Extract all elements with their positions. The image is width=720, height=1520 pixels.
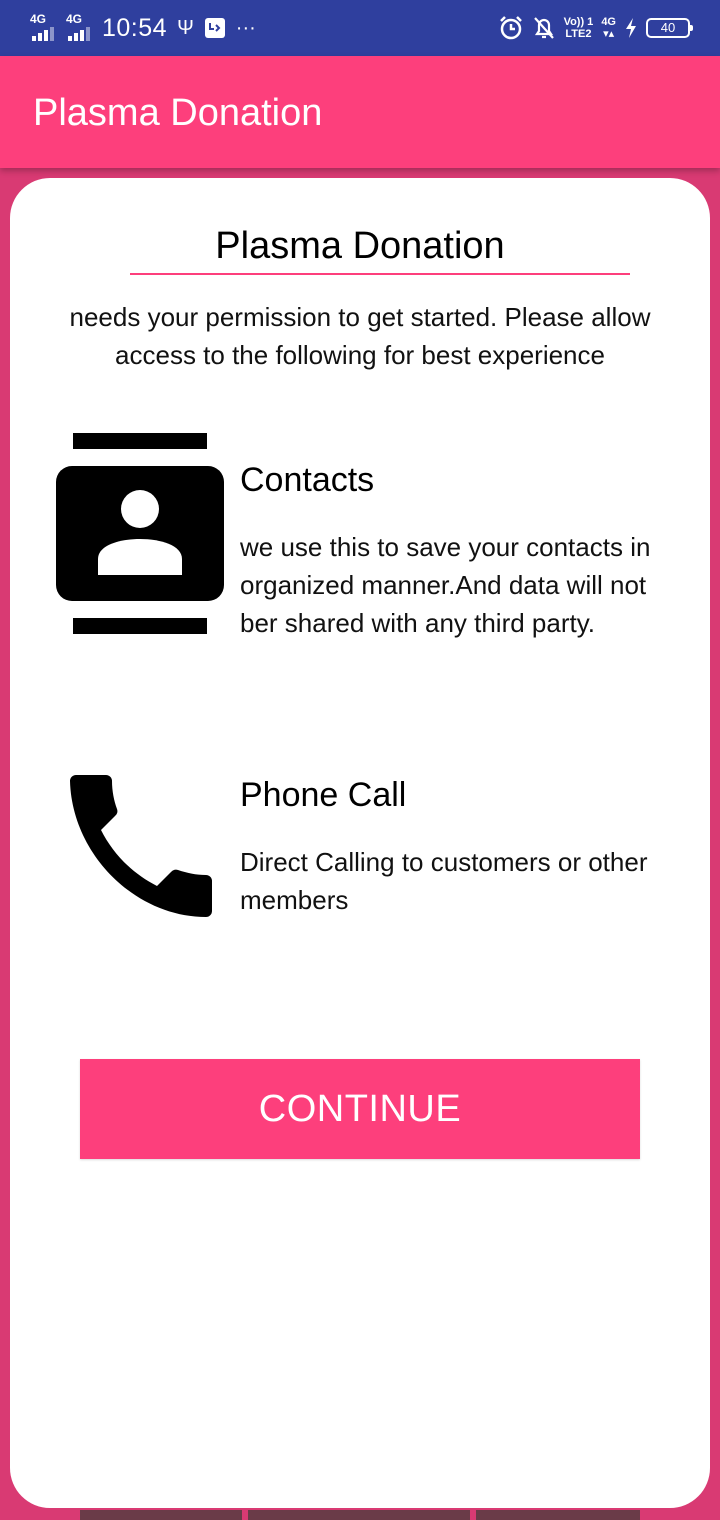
- alarm-icon: [499, 16, 522, 40]
- title-underline: [130, 273, 630, 275]
- battery-level: 40: [660, 20, 676, 35]
- network-type-label: 4G: [30, 12, 47, 26]
- volte-label: Vo)) 1: [563, 16, 594, 28]
- background-segment: [476, 1510, 640, 1520]
- background-segment: [248, 1510, 470, 1520]
- network-type-label: 4G: [66, 12, 83, 26]
- background-segment: [80, 1510, 242, 1520]
- data-arrows-icon: ▾▴: [603, 28, 615, 40]
- permission-intro-text: needs your permission to get started. Pl…: [69, 302, 651, 370]
- app-title: Plasma Donation: [33, 92, 323, 134]
- status-left-group: 4G 4G 10:54 Ψ ···: [30, 0, 256, 56]
- usb-settings-icon: [204, 18, 225, 38]
- phone-icon: [70, 775, 212, 917]
- card-title: Plasma Donation: [215, 225, 505, 267]
- contacts-icon: [56, 433, 224, 634]
- status-time: 10:54: [102, 14, 168, 42]
- permission-description-phone: Direct Calling to customers or other mem…: [240, 847, 648, 915]
- continue-button[interactable]: CONTINUE: [80, 1059, 640, 1159]
- usb-icon: Ψ: [177, 17, 194, 39]
- signal-icon: 4G: [30, 13, 56, 43]
- data-network-indicator: 4G ▾▴: [601, 16, 616, 40]
- permission-description-contacts: we use this to save your contacts in org…: [240, 532, 651, 638]
- status-right-group: Vo)) 1 LTE2 4G ▾▴ 40: [498, 0, 693, 56]
- charging-icon: [626, 18, 636, 38]
- signal-icon: 4G: [66, 13, 92, 43]
- lte-label: LTE2: [565, 28, 592, 40]
- app-bar: Plasma Donation: [0, 56, 720, 168]
- permission-title-contacts: Contacts: [240, 461, 375, 499]
- battery-icon: 40: [646, 18, 693, 38]
- volte-indicator: Vo)) 1 LTE2: [564, 16, 594, 40]
- network-type-label: 4G: [601, 16, 616, 28]
- mute-bell-icon: [533, 17, 554, 39]
- more-notifications-icon: ···: [235, 17, 256, 39]
- permission-card: Plasma Donation needs your permission to…: [10, 178, 710, 1508]
- permission-title-phone: Phone Call: [240, 776, 407, 814]
- status-bar: 4G 4G 10:54 Ψ ··· Vo)) 1 LTE2 4G ▾▴ 40: [0, 0, 720, 56]
